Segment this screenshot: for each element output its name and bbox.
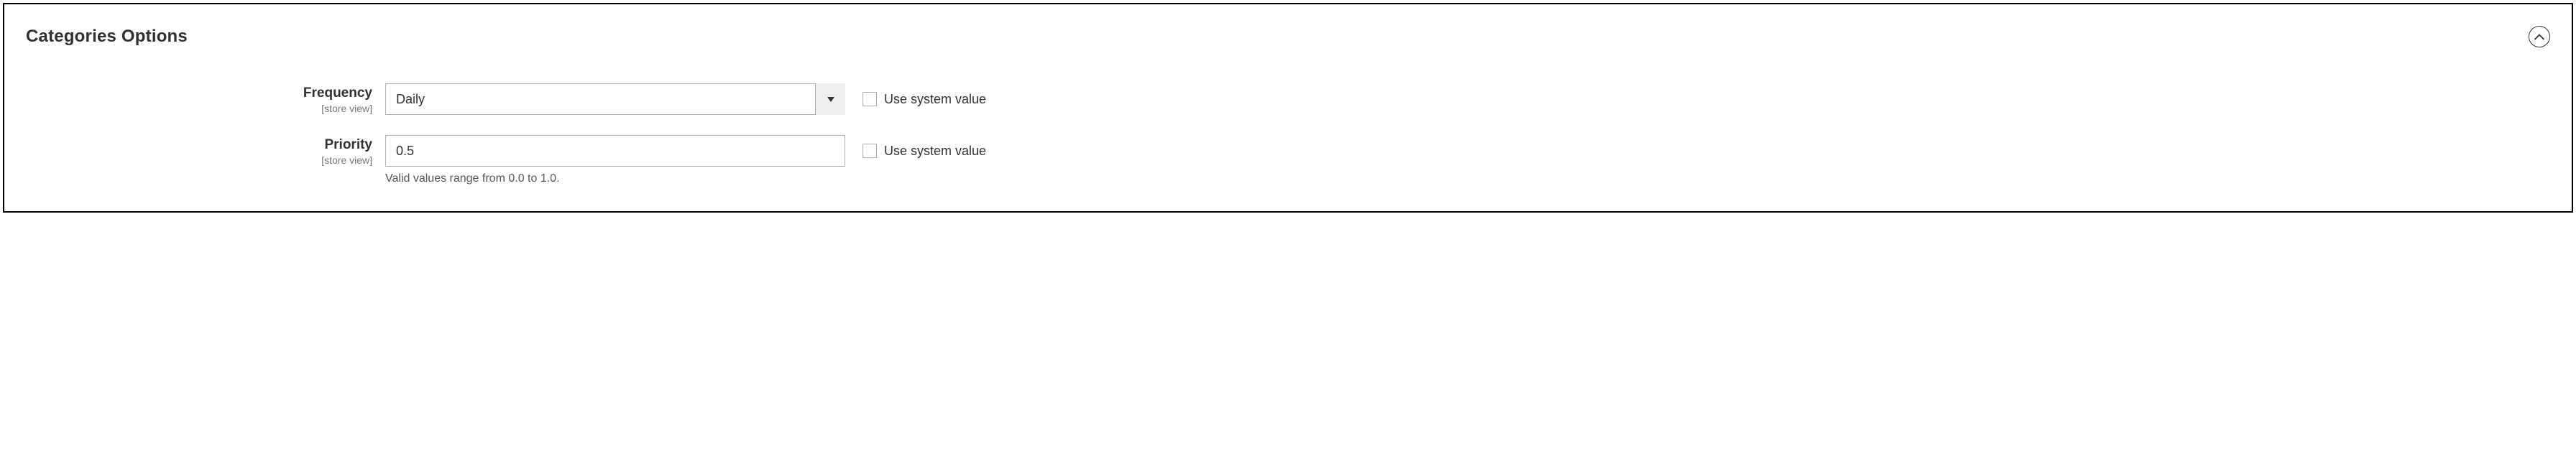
categories-options-panel: Categories Options Frequency [store view… — [3, 3, 2573, 213]
collapse-toggle-button[interactable] — [2529, 26, 2550, 47]
priority-use-system-label[interactable]: Use system value — [884, 144, 986, 159]
priority-label-col: Priority [store view] — [26, 135, 385, 166]
frequency-use-system: Use system value — [845, 83, 986, 115]
frequency-label: Frequency — [26, 86, 372, 101]
priority-hint: Valid values range from 0.0 to 1.0. — [385, 172, 845, 185]
priority-use-system-checkbox[interactable] — [862, 144, 877, 158]
frequency-row: Frequency [store view] Daily Use system … — [26, 83, 2550, 115]
chevron-up-icon — [2534, 34, 2544, 40]
frequency-use-system-checkbox[interactable] — [862, 92, 877, 106]
frequency-label-col: Frequency [store view] — [26, 83, 385, 114]
frequency-use-system-label[interactable]: Use system value — [884, 92, 986, 107]
priority-row: Priority [store view] Valid values range… — [26, 135, 2550, 185]
frequency-scope: [store view] — [26, 103, 372, 114]
priority-control: Valid values range from 0.0 to 1.0. — [385, 135, 845, 185]
frequency-select-wrap: Daily — [385, 83, 845, 115]
priority-input[interactable] — [385, 135, 845, 167]
frequency-select[interactable]: Daily — [385, 83, 845, 115]
priority-label: Priority — [26, 138, 372, 153]
panel-header: Categories Options — [26, 26, 2550, 47]
priority-use-system: Use system value — [845, 135, 986, 167]
priority-scope: [store view] — [26, 154, 372, 166]
frequency-control: Daily — [385, 83, 845, 115]
panel-title: Categories Options — [26, 27, 188, 47]
